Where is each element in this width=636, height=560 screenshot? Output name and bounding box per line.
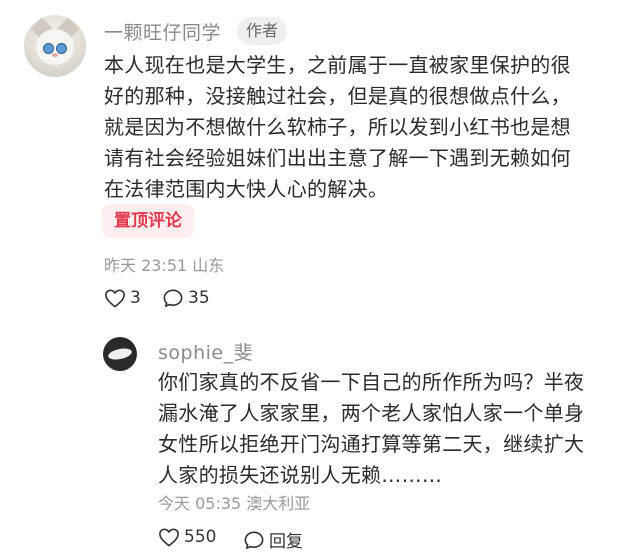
reply-time: 今天 05:35 (158, 494, 242, 513)
user-avatar[interactable] (103, 337, 137, 371)
comment-username[interactable]: 一颗旺仔同学 (104, 18, 221, 45)
reply-like-button[interactable]: 550 (158, 527, 216, 547)
reply-location: 澳大利亚 (246, 494, 311, 513)
reply-count: 35 (188, 288, 210, 308)
comment-time: 昨天 23:51 (104, 256, 188, 275)
comment-text: 本人现在也是大学生，之前属于一直被家里保护的很 好的那种，没接触过社会，但是真的… (104, 53, 571, 201)
reply-username[interactable]: sophie_斐 (158, 338, 253, 365)
heart-icon (159, 528, 179, 547)
avatar-nose (52, 53, 58, 57)
author-badge: 作者 (237, 17, 288, 45)
comment-meta: 昨天 23:51 山东 (104, 252, 224, 276)
reply-button[interactable]: 回复 (243, 527, 303, 552)
pinned-comment-badge: 置顶评论 (102, 204, 194, 238)
like-count: 3 (130, 288, 141, 308)
comment-bubble-icon (163, 289, 183, 307)
comment-location: 山东 (192, 256, 225, 275)
reply-count-button[interactable]: 35 (162, 288, 210, 308)
reply-meta: 今天 05:35 澳大利亚 (158, 490, 310, 514)
reply-text: 你们家真的不反省一下自己的所作所为吗？半夜 漏水淹了人家家里，两个老人家怕人家一… (158, 370, 585, 487)
like-button[interactable]: 3 (104, 288, 141, 308)
avatar-graphic (107, 346, 133, 362)
avatar-eye-right (56, 43, 67, 54)
reply-like-count: 550 (184, 527, 217, 547)
comment-bubble-icon (244, 530, 264, 549)
cat-avatar[interactable] (24, 15, 86, 77)
reply-button-label: 回复 (269, 532, 303, 552)
heart-icon (105, 289, 125, 308)
avatar-face (36, 29, 74, 65)
